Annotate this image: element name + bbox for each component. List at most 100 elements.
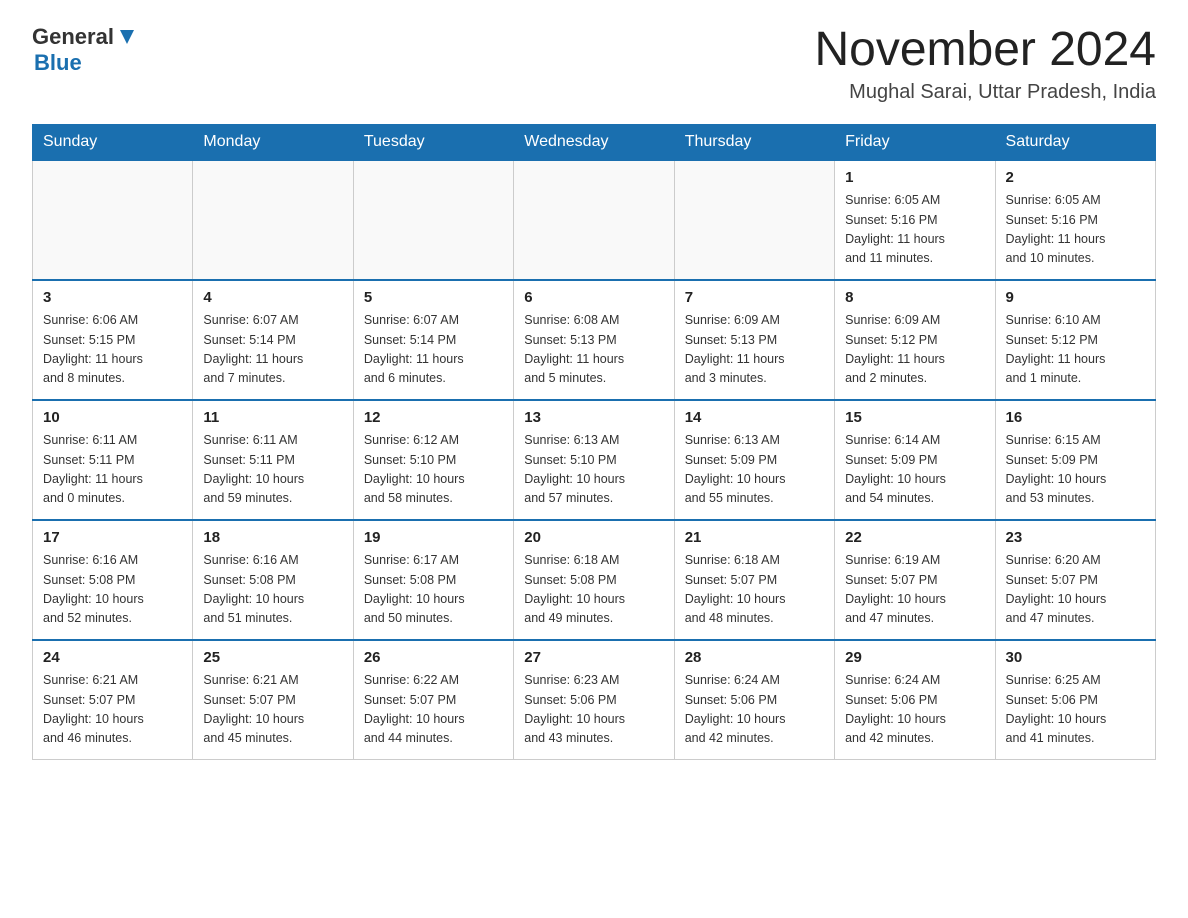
day-number: 24: [43, 647, 182, 670]
day-info: Sunrise: 6:07 AM Sunset: 5:14 PM Dayligh…: [364, 311, 503, 389]
day-info: Sunrise: 6:22 AM Sunset: 5:07 PM Dayligh…: [364, 671, 503, 749]
day-number: 25: [203, 647, 342, 670]
day-number: 23: [1006, 527, 1145, 550]
day-number: 15: [845, 407, 984, 430]
day-number: 19: [364, 527, 503, 550]
day-number: 5: [364, 287, 503, 310]
day-number: 21: [685, 527, 824, 550]
day-info: Sunrise: 6:13 AM Sunset: 5:09 PM Dayligh…: [685, 431, 824, 509]
day-info: Sunrise: 6:15 AM Sunset: 5:09 PM Dayligh…: [1006, 431, 1145, 509]
day-info: Sunrise: 6:16 AM Sunset: 5:08 PM Dayligh…: [43, 551, 182, 629]
calendar-cell: 9Sunrise: 6:10 AM Sunset: 5:12 PM Daylig…: [995, 280, 1155, 400]
day-info: Sunrise: 6:06 AM Sunset: 5:15 PM Dayligh…: [43, 311, 182, 389]
day-number: 14: [685, 407, 824, 430]
day-info: Sunrise: 6:16 AM Sunset: 5:08 PM Dayligh…: [203, 551, 342, 629]
calendar-cell: [33, 160, 193, 280]
calendar-cell: 4Sunrise: 6:07 AM Sunset: 5:14 PM Daylig…: [193, 280, 353, 400]
calendar-cell: [514, 160, 674, 280]
day-info: Sunrise: 6:20 AM Sunset: 5:07 PM Dayligh…: [1006, 551, 1145, 629]
calendar-cell: 11Sunrise: 6:11 AM Sunset: 5:11 PM Dayli…: [193, 400, 353, 520]
calendar-cell: 1Sunrise: 6:05 AM Sunset: 5:16 PM Daylig…: [835, 160, 995, 280]
calendar-cell: 8Sunrise: 6:09 AM Sunset: 5:12 PM Daylig…: [835, 280, 995, 400]
calendar-cell: 10Sunrise: 6:11 AM Sunset: 5:11 PM Dayli…: [33, 400, 193, 520]
day-number: 2: [1006, 167, 1145, 190]
day-number: 29: [845, 647, 984, 670]
weekday-header-wednesday: Wednesday: [514, 124, 674, 160]
calendar-cell: 20Sunrise: 6:18 AM Sunset: 5:08 PM Dayli…: [514, 520, 674, 640]
day-number: 11: [203, 407, 342, 430]
calendar-cell: 26Sunrise: 6:22 AM Sunset: 5:07 PM Dayli…: [353, 640, 513, 760]
day-info: Sunrise: 6:25 AM Sunset: 5:06 PM Dayligh…: [1006, 671, 1145, 749]
day-info: Sunrise: 6:18 AM Sunset: 5:08 PM Dayligh…: [524, 551, 663, 629]
calendar-cell: 27Sunrise: 6:23 AM Sunset: 5:06 PM Dayli…: [514, 640, 674, 760]
day-info: Sunrise: 6:19 AM Sunset: 5:07 PM Dayligh…: [845, 551, 984, 629]
day-info: Sunrise: 6:21 AM Sunset: 5:07 PM Dayligh…: [203, 671, 342, 749]
week-row-2: 3Sunrise: 6:06 AM Sunset: 5:15 PM Daylig…: [33, 280, 1156, 400]
day-info: Sunrise: 6:08 AM Sunset: 5:13 PM Dayligh…: [524, 311, 663, 389]
calendar-cell: 3Sunrise: 6:06 AM Sunset: 5:15 PM Daylig…: [33, 280, 193, 400]
weekday-header-tuesday: Tuesday: [353, 124, 513, 160]
calendar-cell: 15Sunrise: 6:14 AM Sunset: 5:09 PM Dayli…: [835, 400, 995, 520]
calendar-cell: [193, 160, 353, 280]
day-info: Sunrise: 6:23 AM Sunset: 5:06 PM Dayligh…: [524, 671, 663, 749]
calendar-cell: [353, 160, 513, 280]
calendar-cell: 29Sunrise: 6:24 AM Sunset: 5:06 PM Dayli…: [835, 640, 995, 760]
day-number: 9: [1006, 287, 1145, 310]
weekday-header-monday: Monday: [193, 124, 353, 160]
day-info: Sunrise: 6:17 AM Sunset: 5:08 PM Dayligh…: [364, 551, 503, 629]
day-info: Sunrise: 6:09 AM Sunset: 5:12 PM Dayligh…: [845, 311, 984, 389]
weekday-header-sunday: Sunday: [33, 124, 193, 160]
calendar-cell: 23Sunrise: 6:20 AM Sunset: 5:07 PM Dayli…: [995, 520, 1155, 640]
day-info: Sunrise: 6:07 AM Sunset: 5:14 PM Dayligh…: [203, 311, 342, 389]
calendar-cell: 28Sunrise: 6:24 AM Sunset: 5:06 PM Dayli…: [674, 640, 834, 760]
day-number: 13: [524, 407, 663, 430]
day-number: 12: [364, 407, 503, 430]
day-number: 4: [203, 287, 342, 310]
calendar-cell: 6Sunrise: 6:08 AM Sunset: 5:13 PM Daylig…: [514, 280, 674, 400]
page-header: General Blue November 2024 Mughal Sarai,…: [32, 24, 1156, 104]
day-info: Sunrise: 6:12 AM Sunset: 5:10 PM Dayligh…: [364, 431, 503, 509]
day-info: Sunrise: 6:05 AM Sunset: 5:16 PM Dayligh…: [1006, 191, 1145, 269]
day-info: Sunrise: 6:13 AM Sunset: 5:10 PM Dayligh…: [524, 431, 663, 509]
day-number: 1: [845, 167, 984, 190]
weekday-header-friday: Friday: [835, 124, 995, 160]
calendar-cell: 21Sunrise: 6:18 AM Sunset: 5:07 PM Dayli…: [674, 520, 834, 640]
day-number: 18: [203, 527, 342, 550]
calendar-cell: [674, 160, 834, 280]
day-number: 8: [845, 287, 984, 310]
calendar-cell: 2Sunrise: 6:05 AM Sunset: 5:16 PM Daylig…: [995, 160, 1155, 280]
calendar-header-row: SundayMondayTuesdayWednesdayThursdayFrid…: [33, 124, 1156, 160]
calendar-cell: 12Sunrise: 6:12 AM Sunset: 5:10 PM Dayli…: [353, 400, 513, 520]
day-number: 27: [524, 647, 663, 670]
calendar-cell: 25Sunrise: 6:21 AM Sunset: 5:07 PM Dayli…: [193, 640, 353, 760]
location-title: Mughal Sarai, Uttar Pradesh, India: [814, 81, 1156, 104]
logo-blue-text: Blue: [34, 50, 82, 76]
day-info: Sunrise: 6:18 AM Sunset: 5:07 PM Dayligh…: [685, 551, 824, 629]
calendar-cell: 24Sunrise: 6:21 AM Sunset: 5:07 PM Dayli…: [33, 640, 193, 760]
day-number: 30: [1006, 647, 1145, 670]
day-info: Sunrise: 6:09 AM Sunset: 5:13 PM Dayligh…: [685, 311, 824, 389]
day-number: 28: [685, 647, 824, 670]
calendar-table: SundayMondayTuesdayWednesdayThursdayFrid…: [32, 124, 1156, 760]
day-number: 6: [524, 287, 663, 310]
day-number: 26: [364, 647, 503, 670]
day-info: Sunrise: 6:24 AM Sunset: 5:06 PM Dayligh…: [845, 671, 984, 749]
weekday-header-thursday: Thursday: [674, 124, 834, 160]
day-number: 7: [685, 287, 824, 310]
calendar-cell: 14Sunrise: 6:13 AM Sunset: 5:09 PM Dayli…: [674, 400, 834, 520]
day-info: Sunrise: 6:05 AM Sunset: 5:16 PM Dayligh…: [845, 191, 984, 269]
day-info: Sunrise: 6:11 AM Sunset: 5:11 PM Dayligh…: [203, 431, 342, 509]
calendar-cell: 22Sunrise: 6:19 AM Sunset: 5:07 PM Dayli…: [835, 520, 995, 640]
title-block: November 2024 Mughal Sarai, Uttar Prades…: [814, 24, 1156, 104]
day-number: 17: [43, 527, 182, 550]
week-row-4: 17Sunrise: 6:16 AM Sunset: 5:08 PM Dayli…: [33, 520, 1156, 640]
week-row-1: 1Sunrise: 6:05 AM Sunset: 5:16 PM Daylig…: [33, 160, 1156, 280]
day-number: 16: [1006, 407, 1145, 430]
week-row-3: 10Sunrise: 6:11 AM Sunset: 5:11 PM Dayli…: [33, 400, 1156, 520]
calendar-cell: 13Sunrise: 6:13 AM Sunset: 5:10 PM Dayli…: [514, 400, 674, 520]
calendar-cell: 5Sunrise: 6:07 AM Sunset: 5:14 PM Daylig…: [353, 280, 513, 400]
month-title: November 2024: [814, 24, 1156, 77]
calendar-cell: 17Sunrise: 6:16 AM Sunset: 5:08 PM Dayli…: [33, 520, 193, 640]
day-info: Sunrise: 6:14 AM Sunset: 5:09 PM Dayligh…: [845, 431, 984, 509]
calendar-cell: 18Sunrise: 6:16 AM Sunset: 5:08 PM Dayli…: [193, 520, 353, 640]
